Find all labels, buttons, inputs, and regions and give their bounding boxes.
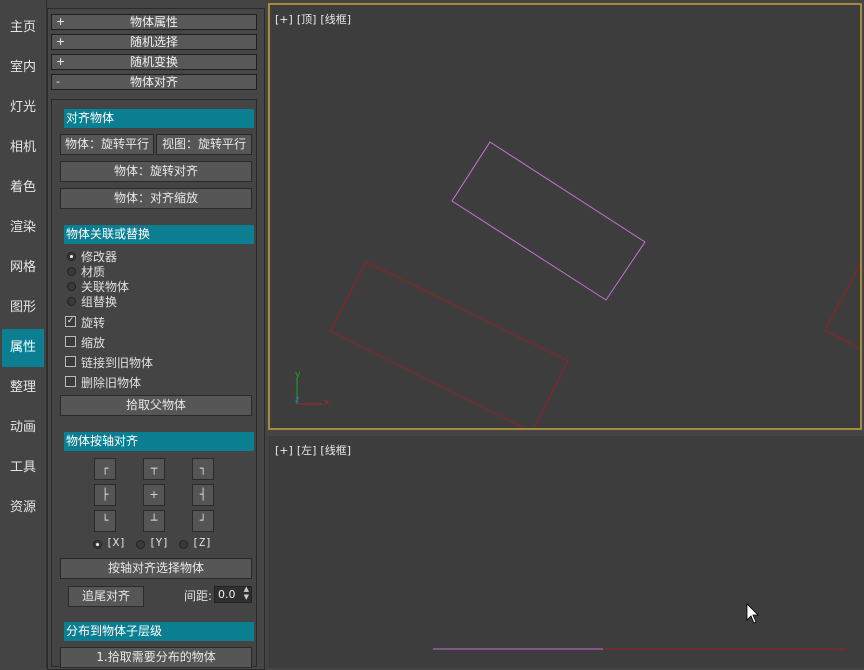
align-bottom-right-button[interactable]: ┘ xyxy=(192,510,214,532)
tab-organize[interactable]: 整理 xyxy=(2,369,44,407)
rotate-checkbox[interactable]: ✓ xyxy=(65,316,76,327)
rollout-random-transform[interactable]: + 随机变换 xyxy=(51,54,257,70)
spinner-up-icon[interactable]: ▲ xyxy=(244,586,249,593)
radio-linked-object[interactable] xyxy=(67,282,76,291)
tail-align-button[interactable]: 追尾对齐 xyxy=(68,586,144,607)
viewport-scene xyxy=(433,603,845,650)
rollout-object-properties[interactable]: + 物体属性 xyxy=(51,14,257,30)
command-panel: + 物体属性 + 随机选择 + 随机变换 - 物体对齐 对齐物体 物体：旋转平行… xyxy=(47,8,265,670)
spacing-value: 0.0 xyxy=(218,588,236,601)
axis-z-label: [Z] xyxy=(192,536,212,549)
spacing-spinner[interactable]: 0.0 ▲ ▼ xyxy=(214,586,252,603)
checkbox-label: 链接到旧物体 xyxy=(81,356,154,370)
tab-lights[interactable]: 灯光 xyxy=(2,89,44,127)
align-top-left-button[interactable]: ┌ xyxy=(94,458,116,480)
mouse-cursor-icon xyxy=(746,603,759,624)
expand-icon: + xyxy=(56,35,66,48)
spinner-down-icon[interactable]: ▼ xyxy=(244,594,249,601)
rollout-object-align[interactable]: - 物体对齐 xyxy=(51,74,257,90)
tab-resources[interactable]: 资源 xyxy=(2,489,44,527)
view-rotate-parallel-button[interactable]: 视图：旋转平行 xyxy=(156,134,252,155)
link-to-old-checkbox[interactable] xyxy=(65,356,76,367)
object-align-body: 对齐物体 物体：旋转平行 视图：旋转平行 物体：旋转对齐 物体：对齐缩放 物体关… xyxy=(51,99,257,668)
tab-animation[interactable]: 动画 xyxy=(2,409,44,447)
align-top-center-button[interactable]: ┬ xyxy=(143,458,165,480)
viewport-top[interactable]: [+] [顶] [线框] y x z xyxy=(268,3,862,430)
radio-label: 组替换 xyxy=(81,295,118,309)
object-scale-align-button[interactable]: 物体：对齐缩放 xyxy=(60,188,252,209)
rollout-label: 物体属性 xyxy=(129,15,178,29)
axis-x-label: [X] xyxy=(106,536,126,549)
axis-x-radio[interactable] xyxy=(93,540,102,549)
tab-camera[interactable]: 相机 xyxy=(2,129,44,167)
align-top-right-button[interactable]: ┐ xyxy=(192,458,214,480)
expand-icon: + xyxy=(56,55,66,68)
selected-box-wireframe[interactable] xyxy=(451,141,646,301)
rollout-label: 随机变换 xyxy=(129,55,178,69)
expand-icon: + xyxy=(56,15,66,28)
align-mid-left-button[interactable]: ├ xyxy=(94,484,116,506)
checkbox-label: 旋转 xyxy=(81,316,106,330)
tab-interior[interactable]: 室内 xyxy=(2,49,44,87)
align-bottom-center-button[interactable]: ┴ xyxy=(143,510,165,532)
radio-group-replace[interactable] xyxy=(67,297,76,306)
collapse-icon: - xyxy=(56,75,60,88)
scale-checkbox[interactable] xyxy=(65,336,76,347)
section-title-link-replace: 物体关联或替换 xyxy=(64,225,254,244)
tab-properties[interactable]: 属性 xyxy=(2,329,44,367)
align-center-button[interactable]: + xyxy=(143,484,165,506)
category-tabs: 主页 室内 灯光 相机 着色 渲染 网格 图形 属性 整理 动画 工具 资源 xyxy=(0,0,47,668)
align-bottom-left-button[interactable]: └ xyxy=(94,510,116,532)
axis-y-label: [Y] xyxy=(149,536,169,549)
tab-home[interactable]: 主页 xyxy=(2,9,44,47)
tab-tools[interactable]: 工具 xyxy=(2,449,44,487)
tab-shading[interactable]: 着色 xyxy=(2,169,44,207)
checkbox-label: 缩放 xyxy=(81,336,106,350)
axis-z-radio[interactable] xyxy=(179,540,188,549)
tab-shapes[interactable]: 图形 xyxy=(2,289,44,327)
section-title-distribute: 分布到物体子层级 xyxy=(64,622,254,641)
radio-material[interactable] xyxy=(67,267,76,276)
rollout-random-select[interactable]: + 随机选择 xyxy=(51,34,257,50)
pick-parent-button[interactable]: 拾取父物体 xyxy=(60,395,252,416)
box-wireframe[interactable] xyxy=(329,261,569,428)
viewport-scene: y x z xyxy=(295,141,860,428)
axis-y-radio[interactable] xyxy=(136,540,145,549)
box-wireframe-partial[interactable] xyxy=(824,260,860,350)
axis-x-gizmo-label: x xyxy=(324,398,330,408)
checkbox-label: 删除旧物体 xyxy=(81,376,142,390)
object-rotate-parallel-button[interactable]: 物体：旋转平行 xyxy=(60,134,154,155)
rollout-label: 随机选择 xyxy=(129,35,178,49)
axis-z-gizmo-label: z xyxy=(295,395,299,404)
pick-distribute-object-button[interactable]: 1.拾取需要分布的物体 xyxy=(60,647,252,668)
viewport-left[interactable]: [+] [左] [线框] xyxy=(268,436,864,668)
axis-gizmo: y x z xyxy=(295,370,330,408)
align-selected-by-axis-button[interactable]: 按轴对齐选择物体 xyxy=(60,558,252,579)
delete-old-checkbox[interactable] xyxy=(65,376,76,387)
align-mid-right-button[interactable]: ┤ xyxy=(192,484,214,506)
tab-mesh[interactable]: 网格 xyxy=(2,249,44,287)
section-title-axis-align: 物体按轴对齐 xyxy=(64,432,254,451)
axis-y-gizmo-label: y xyxy=(295,370,301,380)
spacing-label: 间距: xyxy=(184,589,213,603)
rollout-label: 物体对齐 xyxy=(129,75,178,89)
radio-modifier[interactable] xyxy=(67,252,76,261)
tab-render[interactable]: 渲染 xyxy=(2,209,44,247)
object-rotate-align-button[interactable]: 物体：旋转对齐 xyxy=(60,161,252,182)
section-title-align: 对齐物体 xyxy=(64,109,254,128)
